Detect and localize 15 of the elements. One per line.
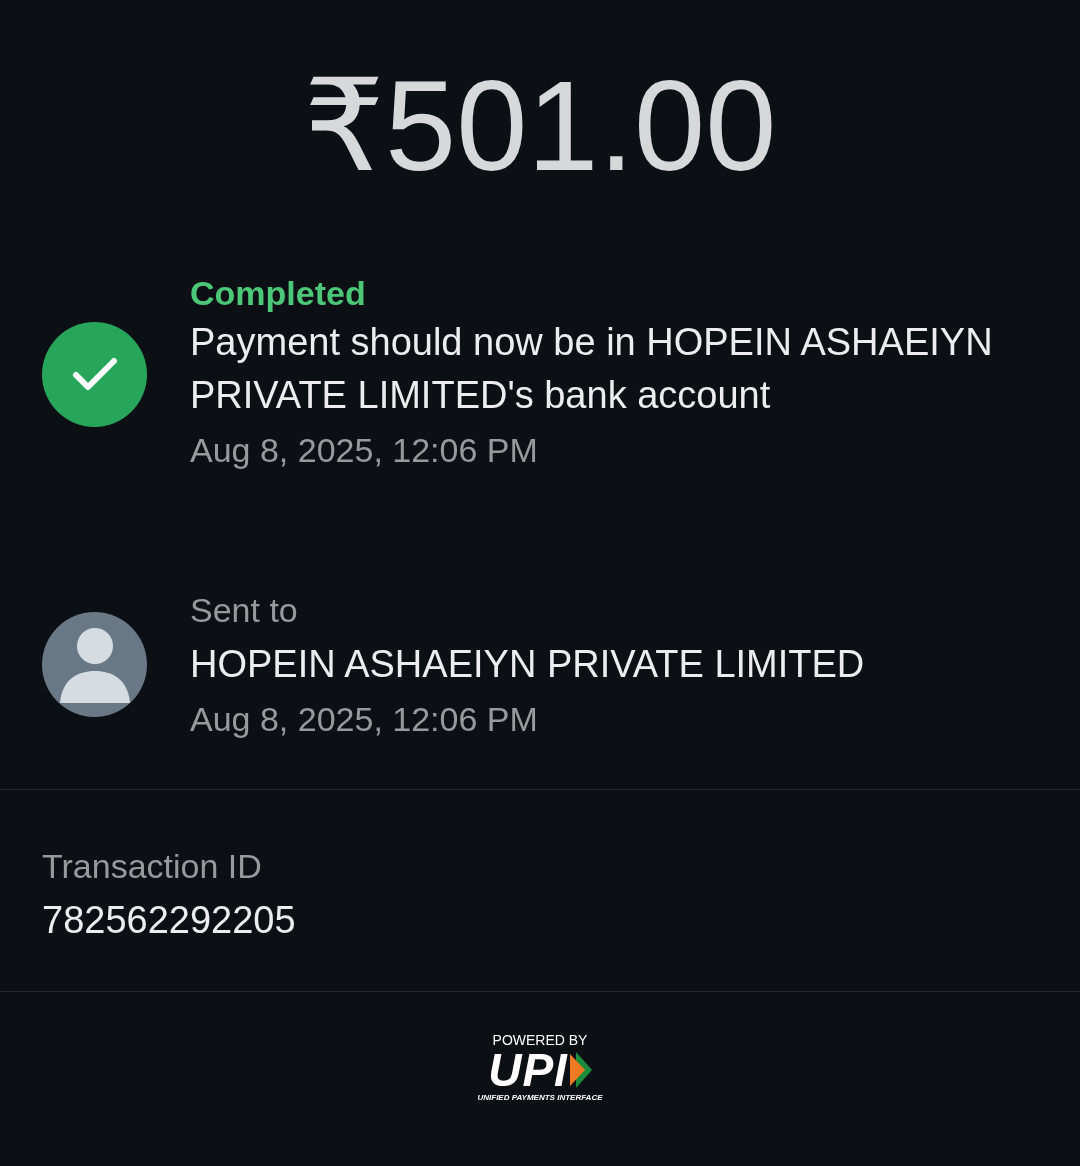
person-icon: [59, 626, 130, 703]
payment-amount: ₹501.00: [303, 53, 777, 180]
transaction-id-label: Transaction ID: [42, 846, 263, 887]
status-time: Aug 8, 2025, 12:06 PM: [190, 430, 539, 471]
arrow-logo-icon: [569, 1052, 592, 1088]
transaction-id: 782562292205: [42, 898, 297, 943]
upi-logo: UPI: [488, 1048, 568, 1092]
recipient-label: Sent to: [190, 590, 299, 631]
powered-by-text: POWERED BY: [492, 1032, 588, 1048]
status-label: Completed: [190, 273, 367, 314]
checkmark-icon: [71, 356, 118, 392]
recipient-time: Aug 8, 2025, 12:06 PM: [190, 699, 539, 740]
upi-tagline: UNIFIED PAYMENTS INTERFACE: [477, 1092, 603, 1104]
status-message: Payment should now be in HOPEIN ASHAEIYN PRIVATE LIMITED's bank account: [190, 320, 994, 418]
recipient-name: HOPEIN ASHAEIYN PRIVATE LIMITED: [190, 642, 865, 687]
